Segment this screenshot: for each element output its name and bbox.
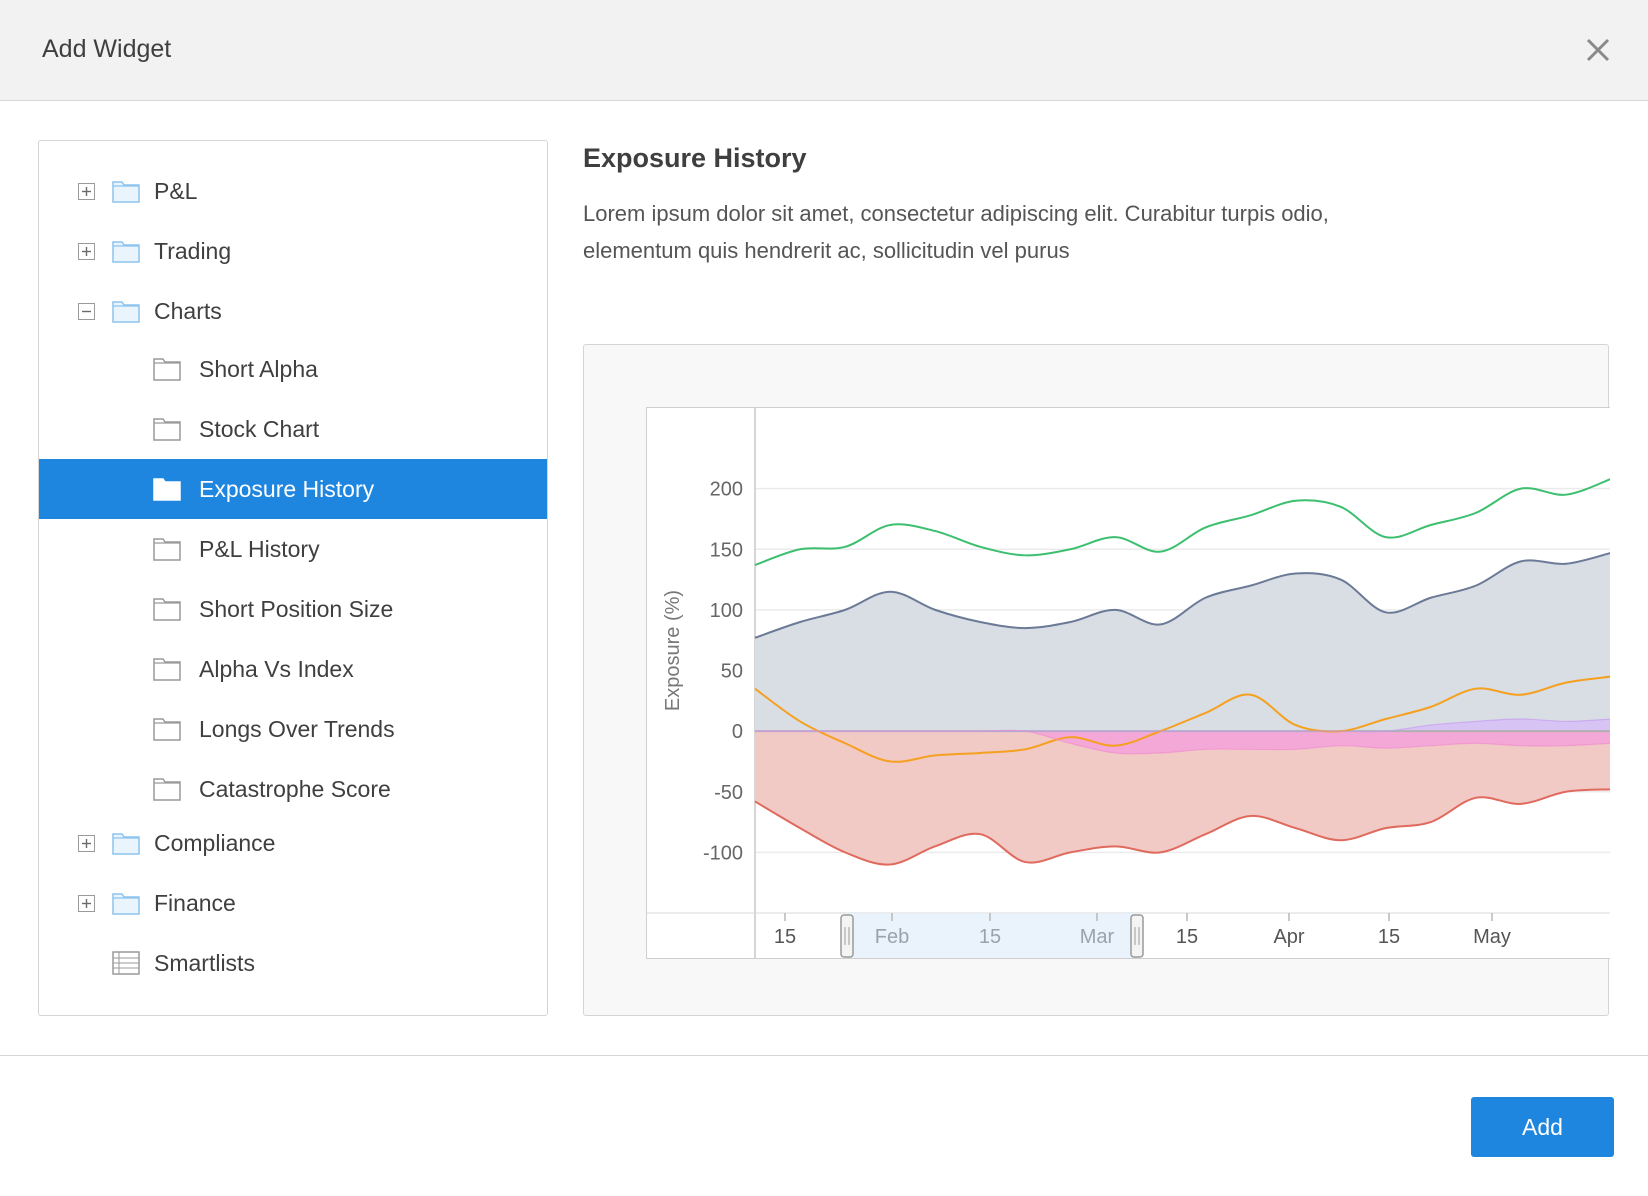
exposure-chart: 200 150 100 50 0 -50 -100 Exposure (%) 15 Feb 15 Ma… xyxy=(647,408,1610,958)
widget-icon xyxy=(153,598,181,621)
tree-item-label: P&L History xyxy=(199,536,320,562)
tree-item-label: Alpha Vs Index xyxy=(199,656,354,682)
y-tick-label: -100 xyxy=(703,842,743,864)
expand-icon[interactable] xyxy=(78,895,95,912)
widget-title: Exposure History xyxy=(583,143,807,173)
tree-item-label: Smartlists xyxy=(154,950,255,976)
widget-icon xyxy=(153,358,181,381)
tree-item-exposure-history[interactable]: Exposure History xyxy=(39,459,547,519)
expand-icon[interactable] xyxy=(78,835,95,852)
widget-icon xyxy=(153,418,181,441)
widget-icon xyxy=(153,718,181,741)
navigator-right-handle[interactable] xyxy=(1130,914,1144,958)
tree-item-alpha-vs-index[interactable]: Alpha Vs Index xyxy=(39,639,547,699)
widget-description: Lorem ipsum dolor sit amet, consectetur … xyxy=(583,201,1329,263)
footer-divider xyxy=(0,1055,1648,1056)
dialog-header: Add Widget xyxy=(0,0,1648,101)
tree-item-charts[interactable]: Charts xyxy=(39,281,547,341)
x-tick-label: 15 xyxy=(774,926,796,948)
collapse-icon[interactable] xyxy=(78,303,95,320)
tree-item-stock-chart[interactable]: Stock Chart xyxy=(39,399,547,459)
tree-item-longs-over-trends[interactable]: Longs Over Trends xyxy=(39,699,547,759)
widget-icon xyxy=(153,538,181,561)
tree-item-p-l-history[interactable]: P&L History xyxy=(39,519,547,579)
y-tick-label: 150 xyxy=(710,539,743,561)
list-icon xyxy=(112,951,140,975)
tree-item-finance[interactable]: Finance xyxy=(39,873,547,933)
x-tick-label: Apr xyxy=(1273,926,1304,948)
folder-icon xyxy=(112,893,140,915)
add-button[interactable]: Add xyxy=(1471,1097,1614,1157)
x-tick-label: Feb xyxy=(875,926,909,948)
tree-item-label: Short Alpha xyxy=(199,356,318,382)
close-icon[interactable] xyxy=(1584,36,1612,64)
tree-item-short-alpha[interactable]: Short Alpha xyxy=(39,339,547,399)
tree-item-label: Catastrophe Score xyxy=(199,776,391,802)
x-tick-label: 15 xyxy=(979,926,1001,948)
tree-item-compliance[interactable]: Compliance xyxy=(39,813,547,873)
dialog-title: Add Widget xyxy=(42,35,172,63)
x-tick-label: 15 xyxy=(1378,926,1400,948)
widget-tree: P&L Trading Charts Short Alpha Stock Chart Ex… xyxy=(38,140,548,1016)
tree-item-label: Stock Chart xyxy=(199,416,320,442)
tree-item-label: Short Position Size xyxy=(199,596,394,622)
navigator-left-handle[interactable] xyxy=(840,914,854,958)
series-area-1 xyxy=(755,553,1610,732)
tree-item-trading[interactable]: Trading xyxy=(39,221,547,281)
y-axis-label: Exposure (%) xyxy=(662,590,684,711)
tree-item-label: Longs Over Trends xyxy=(199,716,395,742)
x-tick-label: Mar xyxy=(1080,926,1115,948)
folder-icon xyxy=(112,301,140,323)
add-widget-dialog: Add Widget P&L Trading Charts Short Alpha St… xyxy=(0,0,1648,1196)
widget-icon xyxy=(153,658,181,681)
tree-item-short-position-size[interactable]: Short Position Size xyxy=(39,579,547,639)
widget-icon xyxy=(153,778,181,801)
widget-icon xyxy=(153,478,181,501)
y-tick-label: 100 xyxy=(710,600,743,622)
tree-item-label: Exposure History xyxy=(199,476,375,502)
tree-item-catastrophe-score[interactable]: Catastrophe Score xyxy=(39,759,547,819)
folder-icon xyxy=(112,833,140,855)
tree-item-label: Trading xyxy=(154,238,232,264)
series-line-0 xyxy=(754,478,1610,566)
folder-icon xyxy=(112,241,140,263)
tree-item-label: Compliance xyxy=(154,830,276,856)
x-tick-label: 15 xyxy=(1176,926,1198,948)
tree-item-label: Finance xyxy=(154,890,236,916)
expand-icon[interactable] xyxy=(78,183,95,200)
chart-preview: 200 150 100 50 0 -50 -100 Exposure (%) 15 Feb 15 Ma… xyxy=(583,344,1610,1016)
tree-item-smartlists[interactable]: Smartlists xyxy=(39,933,547,993)
y-tick-label: -50 xyxy=(714,782,743,804)
y-tick-label: 50 xyxy=(721,661,743,683)
tree-item-label: P&L xyxy=(154,178,198,204)
expand-icon[interactable] xyxy=(78,243,95,260)
y-tick-label: 200 xyxy=(710,479,743,501)
folder-icon xyxy=(112,181,140,203)
y-tick-label: 0 xyxy=(732,721,743,743)
x-tick-label: May xyxy=(1473,926,1511,948)
chart-frame: 200 150 100 50 0 -50 -100 Exposure (%) 15 Feb 15 Ma… xyxy=(646,407,1610,959)
tree-item-label: Charts xyxy=(154,298,222,324)
tree-item-p-l[interactable]: P&L xyxy=(39,161,547,221)
